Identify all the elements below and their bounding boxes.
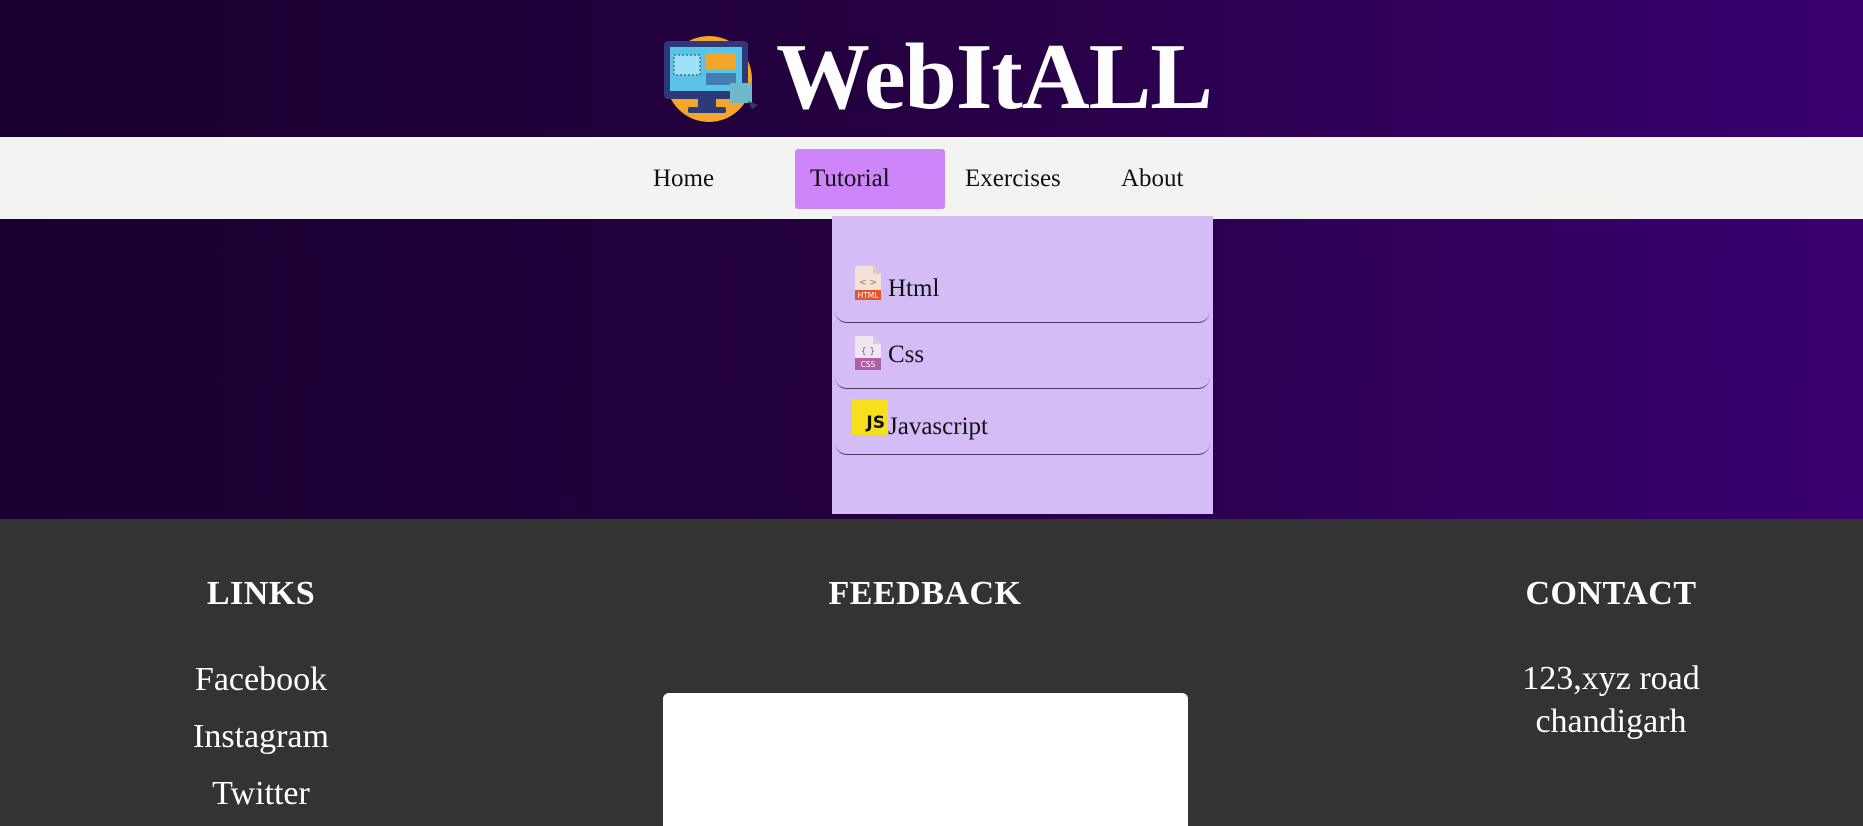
contact-address-line-2: chandigarh <box>1535 703 1687 740</box>
dropdown-item-html-label: Html <box>888 275 940 302</box>
svg-text:< >: < > <box>859 278 877 288</box>
nav-home[interactable]: Home <box>653 149 714 209</box>
computer-screen-logo-icon <box>664 36 758 122</box>
nav-tutorial[interactable]: Tutorial <box>795 149 945 209</box>
tutorial-dropdown-menu: < > HTML Html { } CSS Css JS Javascript <box>832 216 1213 514</box>
contact-address-line-1: 123,xyz road <box>1522 660 1700 697</box>
svg-text:{ }: { } <box>861 347 875 357</box>
nav-about[interactable]: About <box>1121 149 1184 209</box>
dropdown-item-html[interactable]: < > HTML Html <box>835 257 1210 323</box>
footer-feedback-section: FEEDBACK <box>775 575 1075 613</box>
js-icon: JS <box>852 399 888 435</box>
footer-contact-heading: CONTACT <box>1525 575 1697 612</box>
dropdown-item-javascript-label: Javascript <box>888 413 988 440</box>
footer-links-section: LINKS Facebook Instagram Twitter <box>161 575 361 822</box>
site-title: WebItALL <box>776 25 1213 129</box>
nav-exercises[interactable]: Exercises <box>965 149 1061 209</box>
svg-text:HTML: HTML <box>858 291 880 300</box>
svg-text:CSS: CSS <box>861 360 876 369</box>
css-file-icon: { } CSS <box>855 336 881 370</box>
footer-link-twitter[interactable]: Twitter <box>161 765 361 822</box>
brand-header: WebItALL <box>660 22 1213 132</box>
dropdown-item-css-label: Css <box>888 341 925 368</box>
html-file-icon: < > HTML <box>855 266 881 300</box>
footer-link-instagram[interactable]: Instagram <box>161 708 361 765</box>
feedback-textarea[interactable] <box>663 693 1188 826</box>
main-navbar: Home Tutorial Exercises About <box>0 137 1863 219</box>
footer-feedback-heading: FEEDBACK <box>828 575 1022 612</box>
footer-links-heading: LINKS <box>206 575 316 612</box>
footer-contact-section: CONTACT 123,xyz road chandigarh <box>1461 575 1761 743</box>
dropdown-item-javascript[interactable]: JS Javascript <box>835 389 1210 455</box>
dropdown-item-css[interactable]: { } CSS Css <box>835 323 1210 389</box>
footer-link-facebook[interactable]: Facebook <box>161 651 361 708</box>
